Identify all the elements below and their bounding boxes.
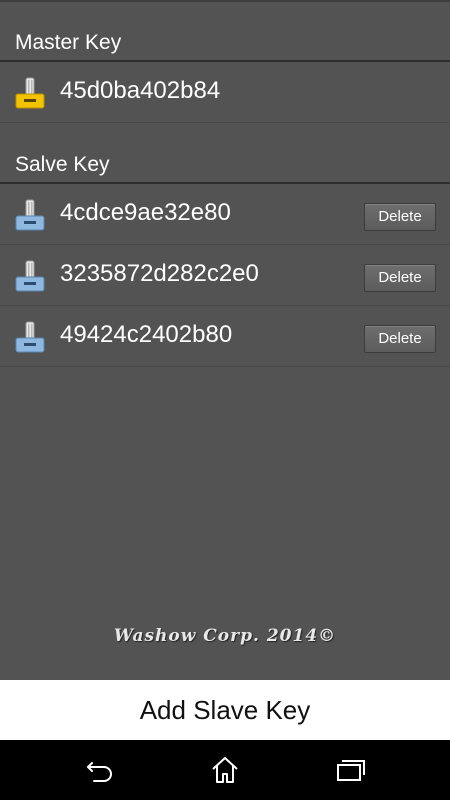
master-key-title: Master Key (15, 31, 122, 54)
slave-key-title: Salve Key (15, 153, 110, 176)
master-key-header: Master Key (0, 20, 450, 62)
navigation-bar (0, 740, 450, 800)
slave-key-row[interactable]: 4cdce9ae32e80 Delete (0, 184, 450, 245)
footer-credit: Washow Corp. 2014© (113, 626, 337, 646)
add-slave-key-button[interactable]: Add Slave Key (0, 680, 450, 740)
slave-key-id: 49424c2402b80 (60, 321, 233, 348)
slave-key-id: 3235872d282c2e0 (60, 260, 259, 287)
slave-key-header: Salve Key (0, 142, 450, 184)
blue-key-icon (15, 321, 45, 353)
home-icon[interactable] (209, 755, 241, 785)
slave-key-row[interactable]: 49424c2402b80 Delete (0, 306, 450, 367)
blue-key-icon (15, 199, 45, 231)
delete-button[interactable]: Delete (364, 264, 436, 292)
app-screen: Master Key 45d0ba402b84 Salve Key 4cdce9… (0, 0, 450, 800)
slave-key-id: 4cdce9ae32e80 (60, 199, 231, 226)
yellow-key-icon (15, 77, 45, 109)
back-icon[interactable] (84, 755, 116, 785)
master-key-row[interactable]: 45d0ba402b84 (0, 62, 450, 123)
delete-button[interactable]: Delete (364, 325, 436, 353)
status-strip (0, 0, 450, 2)
slave-key-row[interactable]: 3235872d282c2e0 Delete (0, 245, 450, 306)
master-key-id: 45d0ba402b84 (60, 77, 221, 104)
delete-button[interactable]: Delete (364, 203, 436, 231)
recent-apps-icon[interactable] (334, 755, 366, 785)
blue-key-icon (15, 260, 45, 292)
